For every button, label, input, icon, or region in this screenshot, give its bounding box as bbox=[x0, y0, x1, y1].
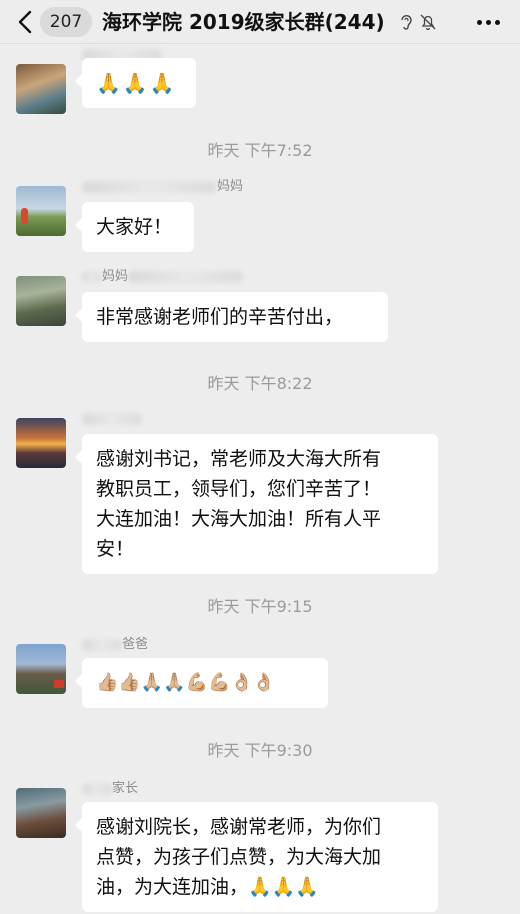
sender-name: 爸爸 bbox=[82, 636, 148, 654]
chevron-left-icon bbox=[18, 10, 32, 34]
bell-muted-icon bbox=[420, 14, 436, 31]
sender-name: 家长 bbox=[82, 780, 138, 798]
message-line: 安！ bbox=[96, 538, 135, 560]
timestamp: 昨天 下午8:22 bbox=[207, 374, 313, 393]
message-line: 油，为大连加油，🙏🙏🙏 bbox=[96, 876, 319, 898]
timestamp: 昨天 下午7:52 bbox=[207, 141, 313, 160]
avatar[interactable] bbox=[16, 788, 66, 838]
more-options-button[interactable] bbox=[474, 8, 502, 36]
avatar[interactable] bbox=[16, 644, 66, 694]
group-title: 海环学院 2019级家长群(244) bbox=[102, 10, 385, 34]
avatar[interactable] bbox=[16, 64, 66, 114]
more-dots-icon bbox=[476, 19, 482, 25]
chat-header: 207 海环学院 2019级家长群(244) bbox=[0, 0, 520, 44]
timestamp: 昨天 下午9:30 bbox=[207, 741, 313, 760]
avatar[interactable] bbox=[16, 186, 66, 236]
sender-name bbox=[82, 410, 142, 428]
message-bubble[interactable]: 🙏🙏🙏 bbox=[75, 58, 196, 108]
ear-icon bbox=[401, 14, 412, 30]
avatar[interactable] bbox=[16, 418, 66, 468]
message-line: 教职员工，领导们，您们辛苦了！ bbox=[96, 478, 382, 500]
unread-count-badge[interactable]: 207 bbox=[40, 7, 92, 37]
message-bubble[interactable]: 感谢刘院长，感谢常老师，为你们 点赞，为孩子们点赞，为大海大加 油，为大连加油，… bbox=[75, 802, 438, 912]
message-bubble[interactable]: 👍🏼👍🏼🙏🏼🙏🏼💪🏼💪🏼👌🏼👌🏼 bbox=[75, 658, 328, 708]
message-bubble[interactable]: 感谢刘书记，常老师及大海大所有 教职员工，领导们，您们辛苦了！ 大连加油！大海大… bbox=[75, 434, 438, 574]
sender-name: 妈妈 bbox=[82, 178, 243, 196]
message-line: 点赞，为孩子们点赞，为大海大加 bbox=[96, 846, 382, 868]
sender-name: 妈妈 bbox=[82, 268, 244, 286]
message-line: 大连加油！大海大加油！所有人平 bbox=[96, 508, 382, 530]
message-line: 感谢刘院长，感谢常老师，为你们 bbox=[96, 816, 382, 838]
message-bubble[interactable]: 非常感谢老师们的辛苦付出， bbox=[75, 292, 388, 342]
message-bubble[interactable]: 大家好！ bbox=[75, 202, 194, 252]
avatar[interactable] bbox=[16, 276, 66, 326]
timestamp: 昨天 下午9:15 bbox=[207, 597, 313, 616]
message-line: 感谢刘书记，常老师及大海大所有 bbox=[96, 448, 382, 470]
back-button[interactable] bbox=[14, 8, 36, 36]
